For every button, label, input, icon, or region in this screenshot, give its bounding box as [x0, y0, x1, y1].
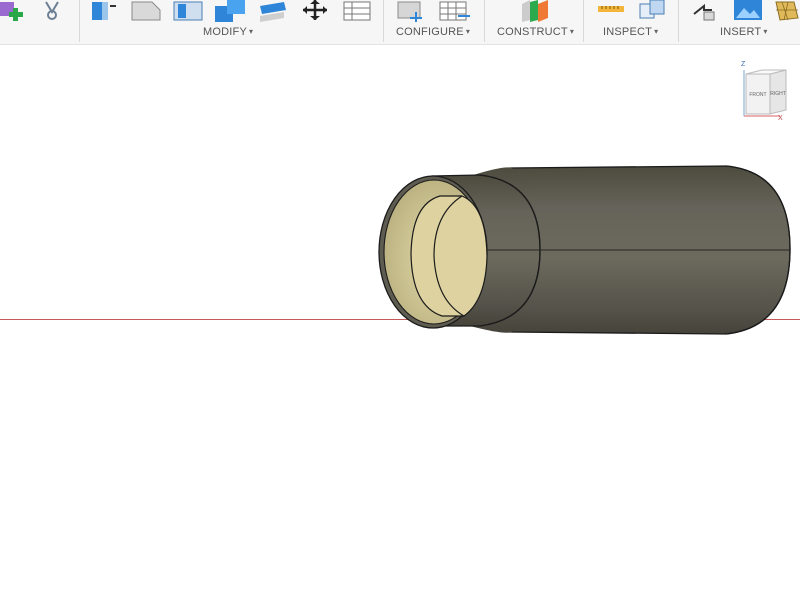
model-body[interactable] [0, 0, 800, 600]
inner-bore [410, 195, 488, 317]
